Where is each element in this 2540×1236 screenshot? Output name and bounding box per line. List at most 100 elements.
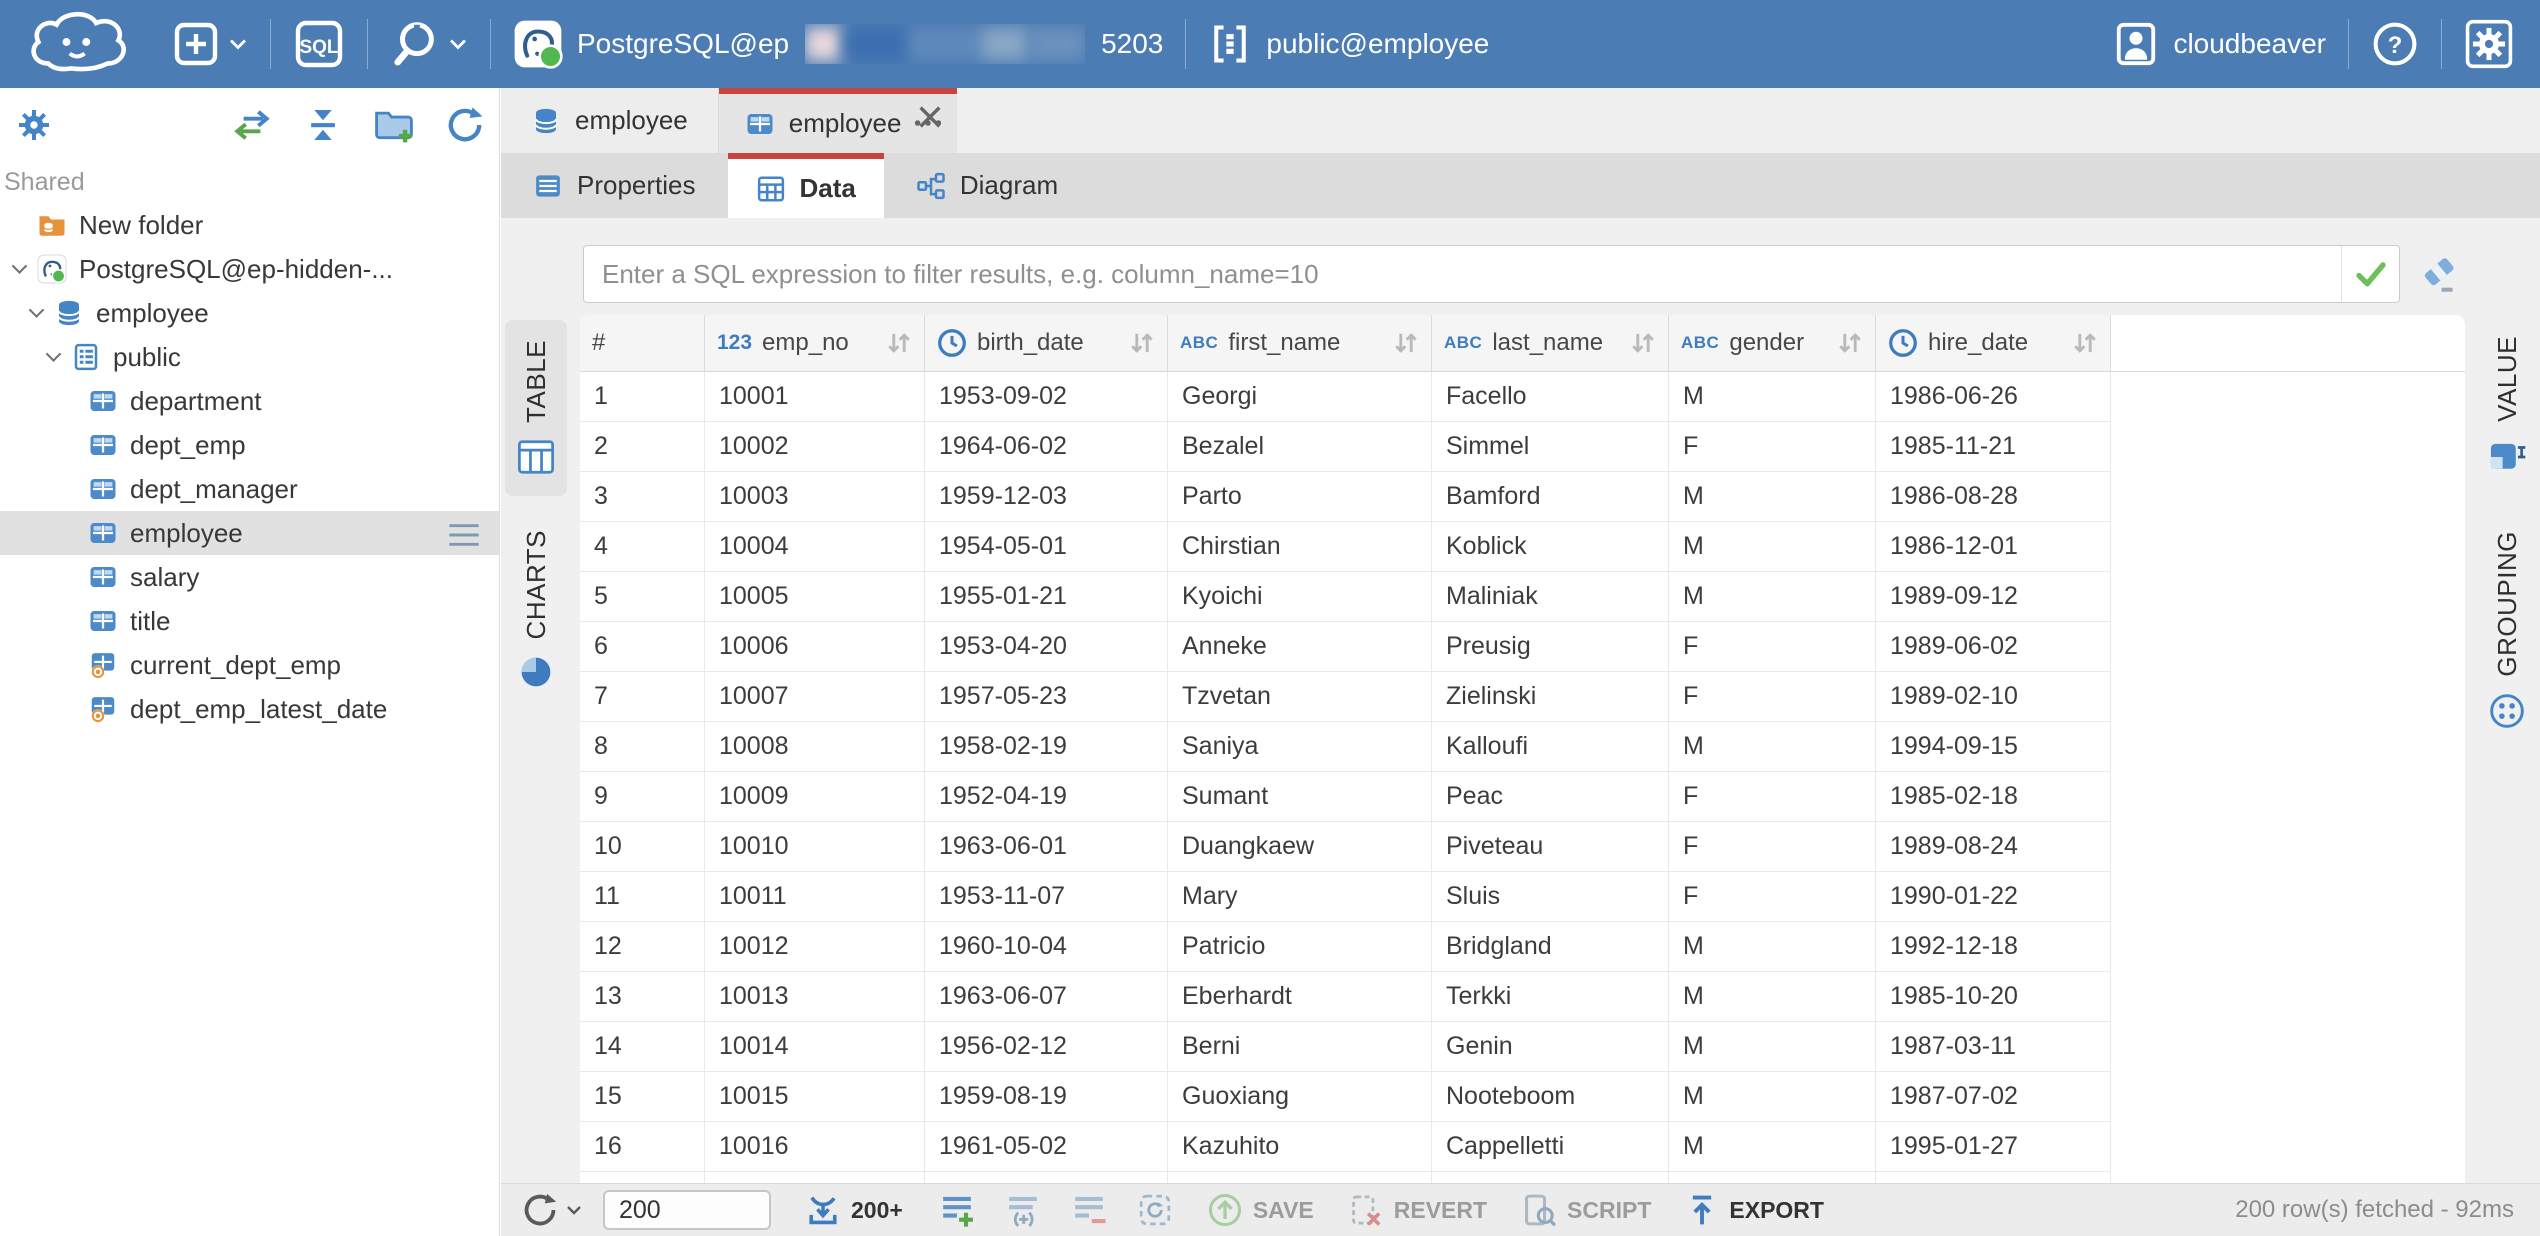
- presentation-tab-charts[interactable]: CHARTS: [505, 510, 567, 710]
- revert-button[interactable]: REVERT: [1348, 1192, 1487, 1228]
- row-number-cell[interactable]: 5: [580, 572, 705, 622]
- data-cell-gender[interactable]: F: [1669, 422, 1876, 472]
- tree-item-public[interactable]: public: [0, 335, 499, 379]
- data-cell-gender[interactable]: F: [1669, 622, 1876, 672]
- data-cell-gender[interactable]: F: [1669, 872, 1876, 922]
- row-number-cell[interactable]: 4: [580, 522, 705, 572]
- data-cell-gender[interactable]: M: [1669, 472, 1876, 522]
- data-cell-gender[interactable]: M: [1669, 372, 1876, 422]
- row-limit-input[interactable]: [603, 1190, 771, 1230]
- tree-item-dept_emp[interactable]: dept_emp: [0, 423, 499, 467]
- add-row-icon[interactable]: [939, 1192, 975, 1228]
- chevron-down-icon[interactable]: [12, 258, 28, 274]
- data-cell-last_name[interactable]: Nooteboom: [1432, 1072, 1669, 1122]
- data-cell-birth_date[interactable]: 1953-04-20: [925, 622, 1168, 672]
- tab-employee-table[interactable]: employee: [719, 88, 958, 153]
- data-cell-birth_date[interactable]: 1961-05-02: [925, 1122, 1168, 1172]
- delete-row-icon[interactable]: [1071, 1192, 1107, 1228]
- tab-data[interactable]: Data: [728, 153, 884, 218]
- data-cell-hire_date[interactable]: 1986-12-01: [1876, 522, 2111, 572]
- data-cell-first_name[interactable]: Eberhardt: [1168, 972, 1432, 1022]
- data-cell-first_name[interactable]: Kyoichi: [1168, 572, 1432, 622]
- sort-icon[interactable]: [1630, 331, 1656, 355]
- item-menu-icon[interactable]: [447, 523, 481, 554]
- presentation-tab-value[interactable]: VALUE: [2476, 316, 2538, 497]
- data-cell-birth_date[interactable]: 1959-08-19: [925, 1072, 1168, 1122]
- tree-item-title[interactable]: title: [0, 599, 499, 643]
- new-connection-button[interactable]: [172, 20, 248, 68]
- row-number-cell[interactable]: 7: [580, 672, 705, 722]
- data-cell-first_name[interactable]: Berni: [1168, 1022, 1432, 1072]
- data-cell-gender[interactable]: M: [1669, 922, 1876, 972]
- new-folder-icon[interactable]: [373, 106, 415, 144]
- data-cell-emp_no[interactable]: 10009: [705, 772, 925, 822]
- data-cell-hire_date[interactable]: 1987-07-02: [1876, 1072, 2111, 1122]
- driver-tools-button[interactable]: [390, 19, 468, 69]
- row-number-cell[interactable]: 2: [580, 422, 705, 472]
- data-cell-first_name[interactable]: Saniya: [1168, 722, 1432, 772]
- chevron-down-icon[interactable]: [565, 1204, 583, 1216]
- column-header-emp_no[interactable]: 123emp_no: [705, 315, 925, 372]
- data-cell-first_name[interactable]: Patricio: [1168, 922, 1432, 972]
- data-cell-last_name[interactable]: Maliniak: [1432, 572, 1669, 622]
- data-cell-last_name[interactable]: Peac: [1432, 772, 1669, 822]
- row-number-cell[interactable]: 12: [580, 922, 705, 972]
- row-number-cell[interactable]: 11: [580, 872, 705, 922]
- data-cell-birth_date[interactable]: 1959-12-03: [925, 472, 1168, 522]
- presentation-tab-grouping[interactable]: GROUPING: [2476, 511, 2538, 752]
- data-cell-emp_no[interactable]: 10004: [705, 522, 925, 572]
- data-cell-gender[interactable]: M: [1669, 972, 1876, 1022]
- row-number-cell[interactable]: 3: [580, 472, 705, 522]
- data-cell-gender[interactable]: M: [1669, 1122, 1876, 1172]
- sort-icon[interactable]: [886, 331, 912, 355]
- tree-settings-gear-icon[interactable]: [14, 105, 54, 145]
- data-cell-hire_date[interactable]: 1994-09-15: [1876, 722, 2111, 772]
- schema-selector[interactable]: public@employee: [1208, 22, 1489, 66]
- data-cell-hire_date[interactable]: 1985-02-18: [1876, 772, 2111, 822]
- data-cell-hire_date[interactable]: 1992-12-18: [1876, 922, 2111, 972]
- tab-diagram[interactable]: Diagram: [884, 153, 1090, 218]
- auto-refresh-icon[interactable]: [1137, 1192, 1173, 1228]
- data-cell-birth_date[interactable]: 1954-05-01: [925, 522, 1168, 572]
- refresh-tree-icon[interactable]: [445, 105, 485, 145]
- column-header-hire_date[interactable]: hire_date: [1876, 315, 2111, 372]
- sync-selection-icon[interactable]: [231, 107, 273, 143]
- data-cell-emp_no[interactable]: 10011: [705, 872, 925, 922]
- data-cell-first_name[interactable]: Anneke: [1168, 622, 1432, 672]
- column-header-first_name[interactable]: ABCfirst_name: [1168, 315, 1432, 372]
- data-cell-gender[interactable]: M: [1669, 1022, 1876, 1072]
- data-cell-emp_no[interactable]: 10012: [705, 922, 925, 972]
- column-header-row-number[interactable]: #: [580, 315, 705, 372]
- data-cell-first_name[interactable]: Sumant: [1168, 772, 1432, 822]
- data-cell-last_name[interactable]: Sluis: [1432, 872, 1669, 922]
- duplicate-row-icon[interactable]: [1005, 1192, 1041, 1228]
- clear-filter-button[interactable]: [2418, 252, 2462, 296]
- tab-employee-database[interactable]: employee: [501, 88, 719, 153]
- sql-editor-button[interactable]: SQL: [293, 18, 345, 70]
- data-cell-emp_no[interactable]: 10007: [705, 672, 925, 722]
- data-cell-first_name[interactable]: Bezalel: [1168, 422, 1432, 472]
- row-number-cell[interactable]: 15: [580, 1072, 705, 1122]
- data-cell-first_name[interactable]: Tzvetan: [1168, 672, 1432, 722]
- data-cell-last_name[interactable]: Bamford: [1432, 472, 1669, 522]
- user-menu[interactable]: cloudbeaver: [2113, 21, 2326, 67]
- connection-selector[interactable]: PostgreSQL@ep 5203: [513, 19, 1163, 69]
- data-cell-gender[interactable]: F: [1669, 822, 1876, 872]
- column-header-gender[interactable]: ABCgender: [1669, 315, 1876, 372]
- data-cell-hire_date[interactable]: 1985-11-21: [1876, 422, 2111, 472]
- tree-item-salary[interactable]: salary: [0, 555, 499, 599]
- sort-icon[interactable]: [2072, 331, 2098, 355]
- help-button[interactable]: ?: [2371, 20, 2419, 68]
- data-cell-first_name[interactable]: Duangkaew: [1168, 822, 1432, 872]
- data-cell-emp_no[interactable]: 10015: [705, 1072, 925, 1122]
- tree-item-dept_manager[interactable]: dept_manager: [0, 467, 499, 511]
- row-number-cell[interactable]: 14: [580, 1022, 705, 1072]
- data-cell-last_name[interactable]: Bridgland: [1432, 922, 1669, 972]
- data-cell-birth_date[interactable]: 1958-02-19: [925, 722, 1168, 772]
- tree-item-New folder[interactable]: New folder: [0, 203, 499, 247]
- data-cell-birth_date[interactable]: 1963-06-01: [925, 822, 1168, 872]
- tree-item-PostgreSQL@ep-hidden-...[interactable]: PostgreSQL@ep-hidden-...: [0, 247, 499, 291]
- data-cell-first_name[interactable]: Guoxiang: [1168, 1072, 1432, 1122]
- tree-item-dept_emp_latest_date[interactable]: dept_emp_latest_date: [0, 687, 499, 731]
- data-cell-hire_date[interactable]: 1990-01-22: [1876, 872, 2111, 922]
